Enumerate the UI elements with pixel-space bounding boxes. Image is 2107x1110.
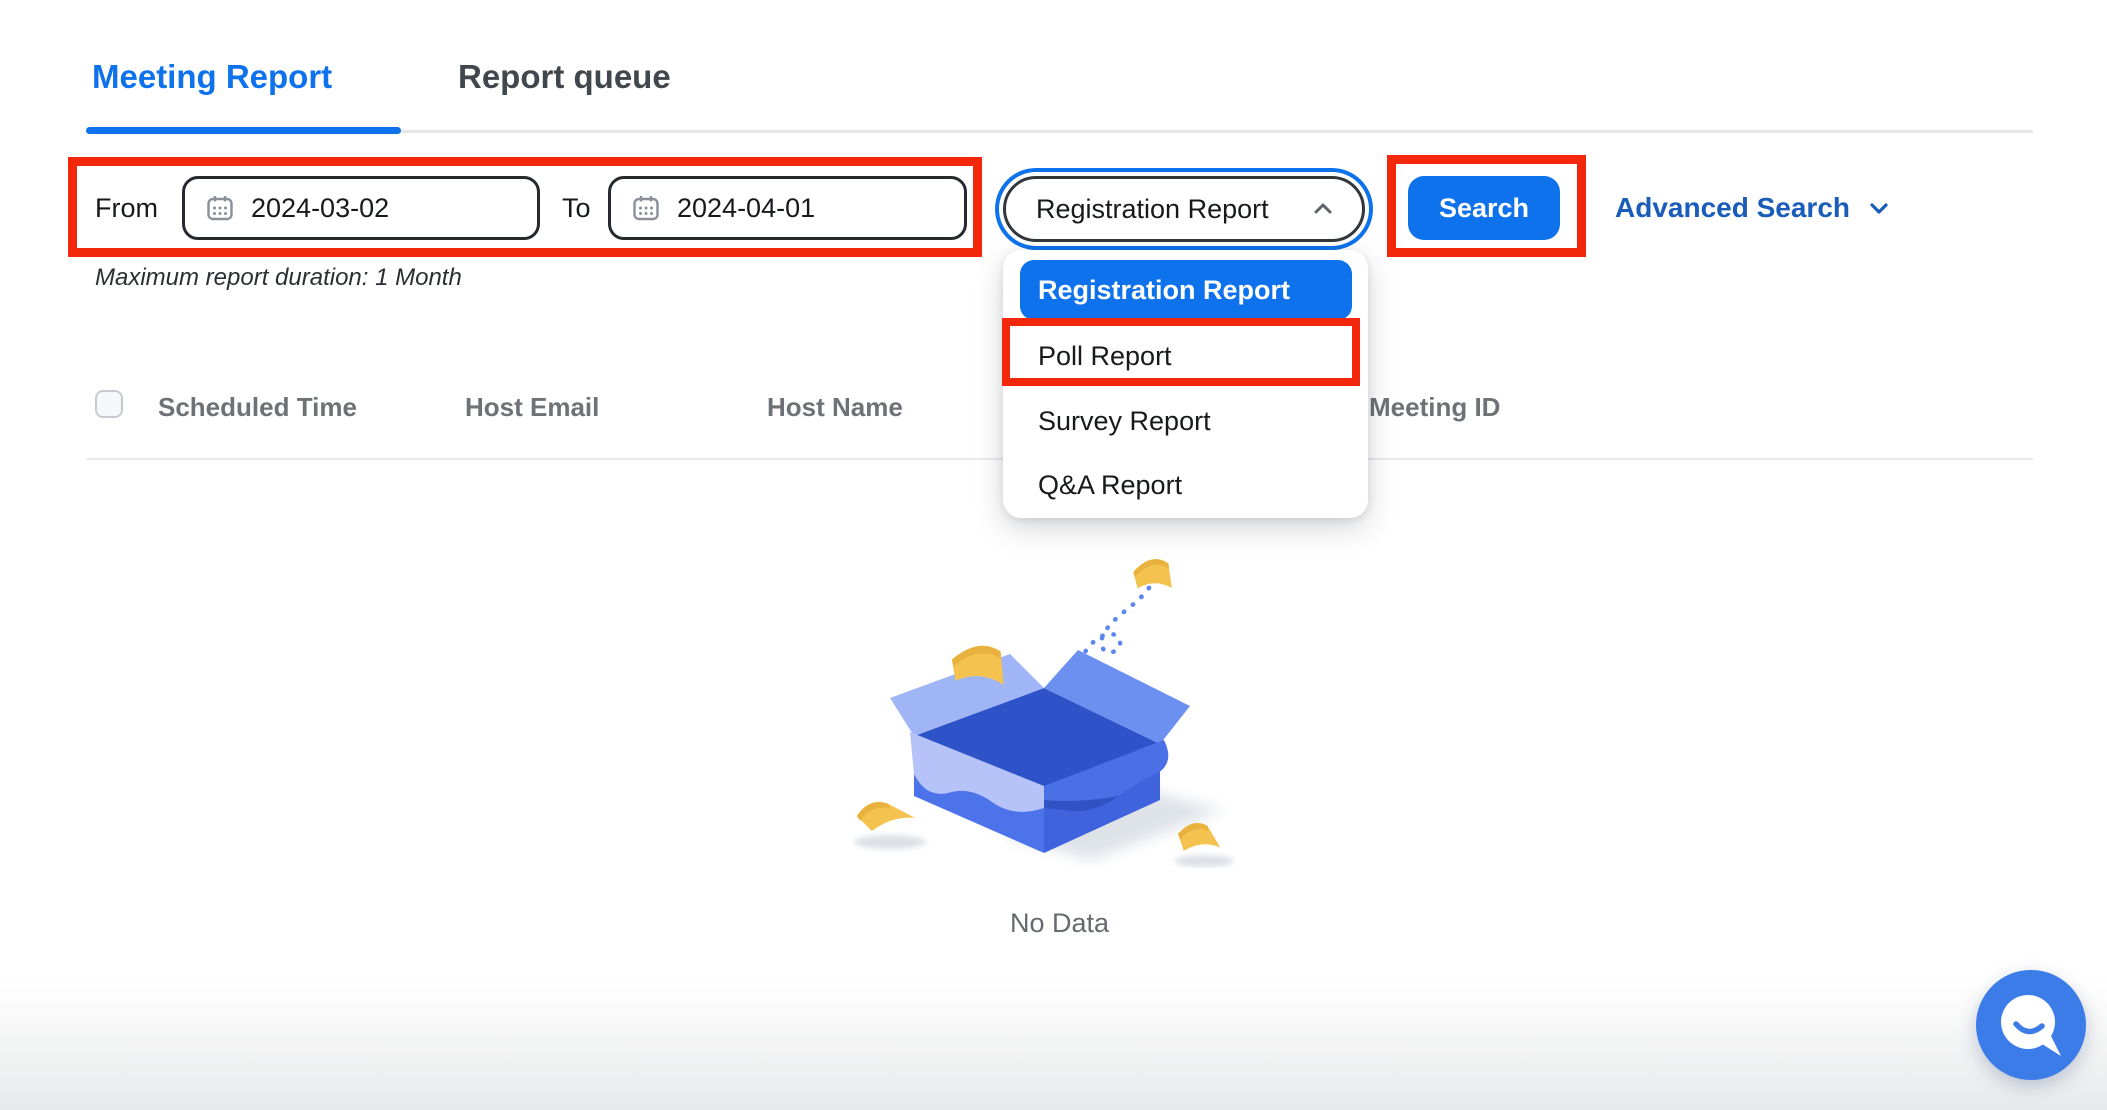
- from-label: From: [95, 193, 158, 224]
- calendar-icon: [631, 193, 661, 223]
- to-date-value: 2024-04-01: [677, 193, 815, 224]
- empty-box-illustration: [852, 548, 1237, 868]
- menu-item-qa-report[interactable]: Q&A Report: [1020, 455, 1352, 515]
- column-header-host-name: Host Name: [767, 392, 903, 423]
- advanced-search-label: Advanced Search: [1615, 192, 1850, 224]
- column-header-host-email: Host Email: [465, 392, 599, 423]
- menu-item-registration-report[interactable]: Registration Report: [1020, 260, 1352, 320]
- tab-meeting-report[interactable]: Meeting Report: [92, 58, 332, 96]
- report-type-menu: Registration Report Poll Report Survey R…: [1003, 250, 1368, 518]
- column-header-meeting-id: Meeting ID: [1369, 392, 1500, 423]
- report-type-selected-value: Registration Report: [1036, 194, 1269, 225]
- active-tab-underline: [86, 127, 401, 134]
- advanced-search-link[interactable]: Advanced Search: [1615, 192, 1892, 224]
- menu-item-survey-report[interactable]: Survey Report: [1020, 391, 1352, 451]
- to-date-input[interactable]: 2024-04-01: [608, 176, 967, 240]
- to-label: To: [562, 193, 591, 224]
- chevron-down-icon: [1866, 195, 1892, 221]
- bottom-gradient: [0, 980, 2107, 1110]
- search-button[interactable]: Search: [1408, 176, 1560, 240]
- tab-report-queue[interactable]: Report queue: [458, 58, 671, 96]
- max-duration-note: Maximum report duration: 1 Month: [95, 264, 462, 292]
- chat-bubble-icon: [1976, 970, 2086, 1080]
- column-header-scheduled-time: Scheduled Time: [158, 392, 357, 423]
- calendar-icon: [205, 193, 235, 223]
- chevron-up-icon: [1310, 196, 1336, 222]
- from-date-input[interactable]: 2024-03-02: [182, 176, 540, 240]
- menu-item-poll-report[interactable]: Poll Report: [1020, 326, 1352, 386]
- chat-support-button[interactable]: [1976, 970, 2086, 1080]
- select-all-checkbox[interactable]: [95, 390, 123, 418]
- report-type-select[interactable]: Registration Report: [1003, 176, 1365, 242]
- meeting-report-page: Meeting Report Report queue From 2024-03…: [0, 0, 2107, 1110]
- no-data-message: No Data: [86, 908, 2033, 939]
- from-date-value: 2024-03-02: [251, 193, 389, 224]
